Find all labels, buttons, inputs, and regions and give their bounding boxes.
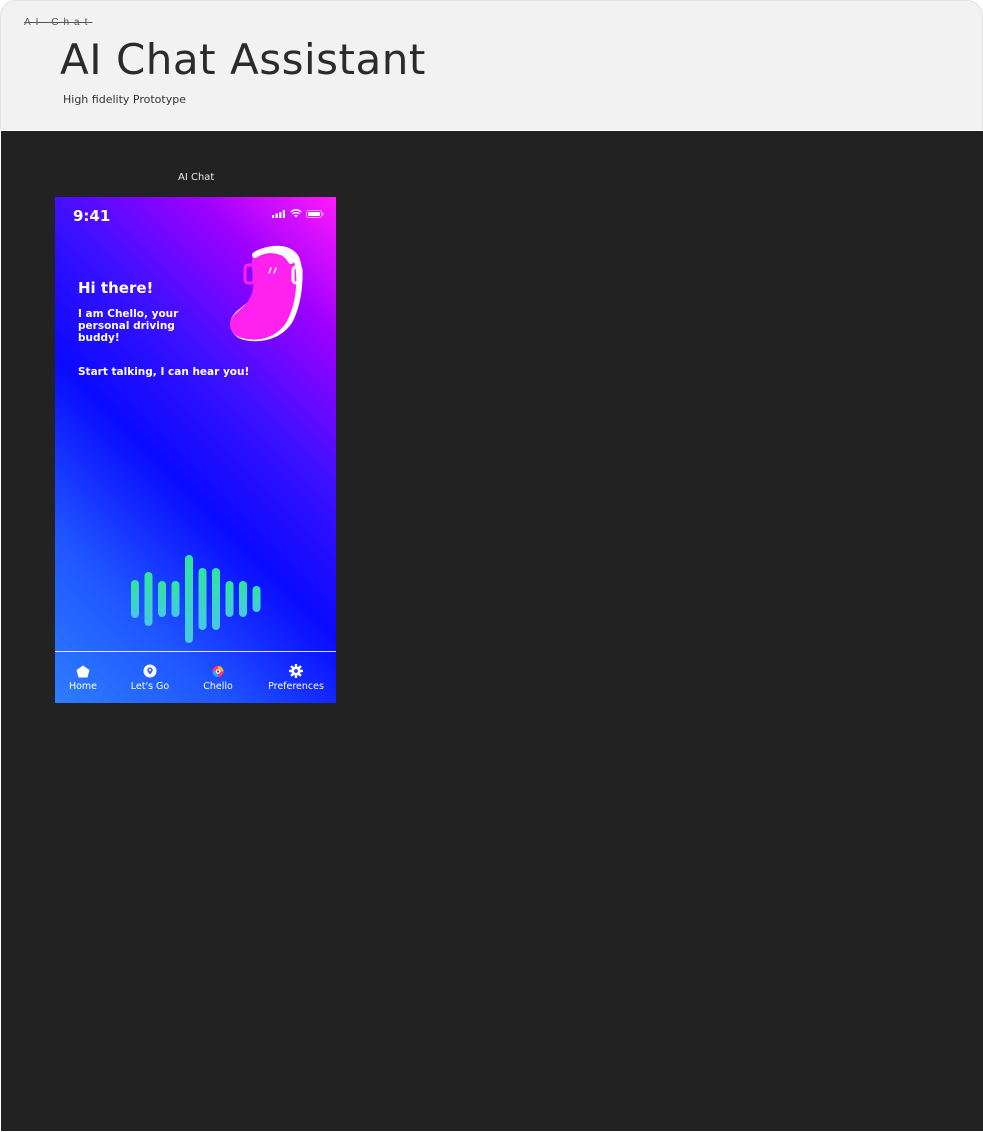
waveform-bar xyxy=(158,581,166,617)
page-title: AI Chat Assistant xyxy=(60,35,426,84)
location-pin-icon xyxy=(143,664,157,678)
page-tab-label[interactable]: AI Chat xyxy=(24,17,92,28)
voice-waveform xyxy=(131,555,261,643)
waveform-bar xyxy=(185,555,193,643)
tab-chello-label: Chello xyxy=(203,681,233,692)
home-icon xyxy=(76,665,90,677)
tab-lets-go[interactable]: Let's Go xyxy=(128,652,172,703)
page-subtitle: High fidelity Prototype xyxy=(63,93,186,106)
phone-frame[interactable]: 9:41 Hi there! I am Chello, your persona… xyxy=(55,197,336,703)
frame-label[interactable]: AI Chat xyxy=(178,172,214,183)
waveform-bar xyxy=(212,568,220,630)
tab-preferences[interactable]: Preferences xyxy=(266,652,326,703)
waveform-bar xyxy=(171,581,180,617)
waveform-bar xyxy=(225,581,234,617)
tab-preferences-label: Preferences xyxy=(268,681,324,692)
waveform-bar xyxy=(239,581,247,617)
waveform-bar xyxy=(131,580,139,618)
tab-home-label: Home xyxy=(68,681,98,692)
gear-icon xyxy=(289,664,303,678)
waveform-bar xyxy=(144,572,153,626)
tab-home[interactable]: Home xyxy=(65,652,101,703)
waveform-bar xyxy=(252,586,261,612)
waveform-bars xyxy=(131,555,261,643)
chello-logo-icon xyxy=(212,666,224,677)
header-panel: AI Chat AI Chat Assistant High fidelity … xyxy=(0,0,983,130)
tab-chello[interactable]: Chello xyxy=(198,652,238,703)
waveform-bar xyxy=(198,568,207,630)
bottom-tab-bar: Home Let's Go Chello Preferences xyxy=(55,651,336,703)
tab-lets-go-label: Let's Go xyxy=(130,681,170,692)
